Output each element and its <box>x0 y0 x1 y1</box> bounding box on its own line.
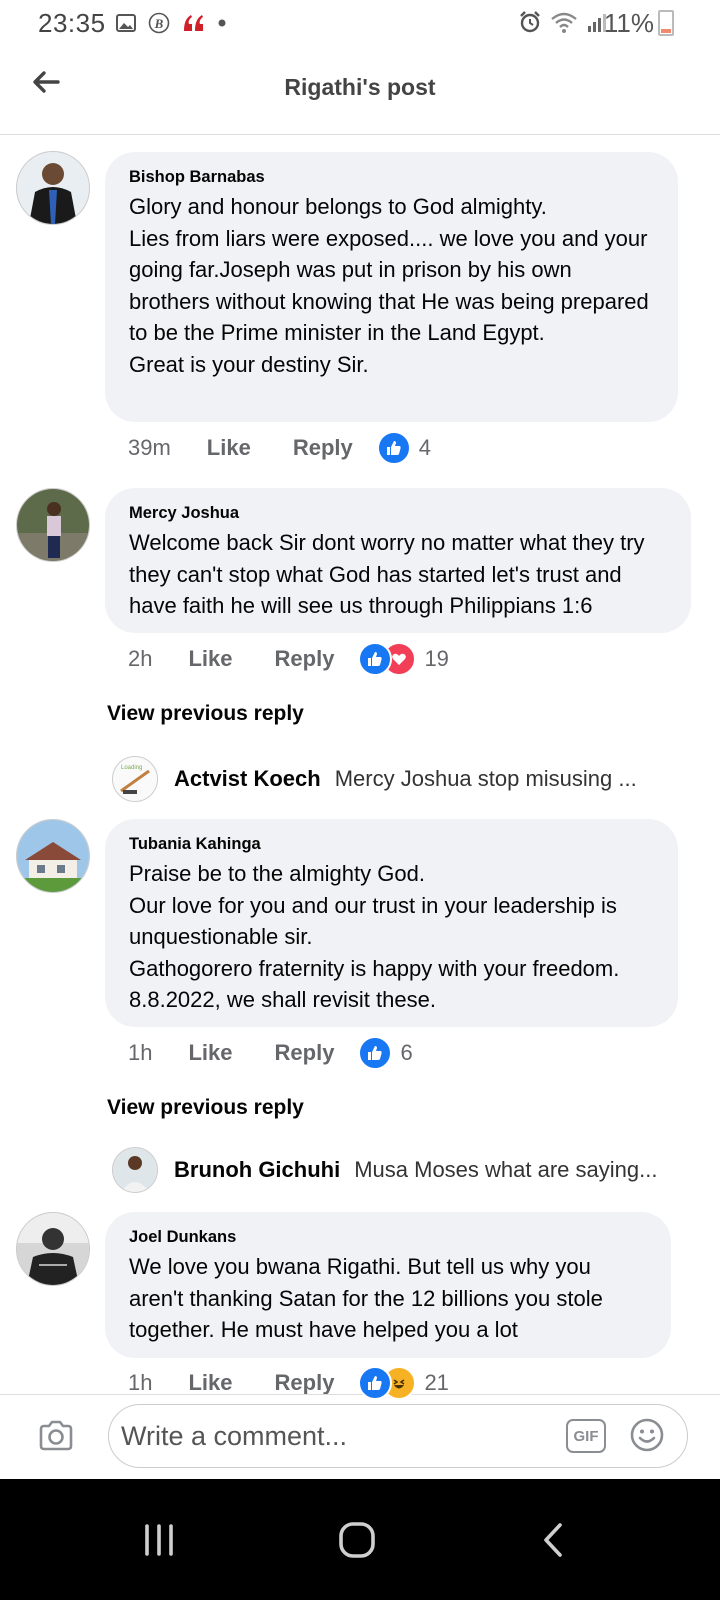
comment-time[interactable]: 39m <box>128 435 171 461</box>
comment-author[interactable]: Bishop Barnabas <box>129 168 656 187</box>
reaction-summary[interactable]: 6 <box>358 1036 413 1070</box>
reply-button[interactable]: Reply <box>293 435 353 461</box>
avatar[interactable] <box>16 819 90 893</box>
like-reaction-icon <box>358 1036 393 1070</box>
reply-author[interactable]: Actvist Koech <box>174 766 321 792</box>
reaction-count: 21 <box>424 1370 449 1395</box>
reply-button[interactable]: Reply <box>275 646 335 672</box>
like-button[interactable]: Like <box>188 1040 232 1066</box>
page-title: Rigathi's post <box>284 74 436 100</box>
emoji-icon[interactable] <box>630 1418 664 1452</box>
comment-actions: 39m Like Reply 4 <box>128 430 431 466</box>
nav-back-icon[interactable] <box>514 1500 594 1580</box>
comment-bubble: Mercy Joshua Welcome back Sir dont worry… <box>105 488 691 633</box>
quote-icon <box>184 15 203 31</box>
battery-icon <box>658 10 674 36</box>
reaction-count: 6 <box>400 1040 413 1065</box>
comment-bubble: Bishop Barnabas Glory and honour belongs… <box>105 152 678 422</box>
gallery-icon <box>116 14 136 32</box>
reaction-count: 19 <box>424 646 449 671</box>
avatar[interactable] <box>112 1147 158 1193</box>
svg-text:B: B <box>154 16 164 31</box>
avatar[interactable] <box>16 151 90 225</box>
comment-time[interactable]: 1h <box>128 1370 152 1396</box>
reaction-count: 4 <box>418 435 431 460</box>
comment-actions: 2h Like Reply 19 <box>128 641 449 677</box>
avatar[interactable] <box>16 488 90 562</box>
view-previous-reply-link[interactable]: View previous reply <box>107 1096 304 1120</box>
reaction-summary[interactable]: 19 <box>358 642 449 676</box>
comment-bubble: Tubania Kahinga Praise be to the almight… <box>105 819 678 1027</box>
reply-preview[interactable]: Brunoh Gichuhi Musa Moses what are sayin… <box>112 1147 668 1193</box>
comment-text: We love you bwana Rigathi. But tell us w… <box>129 1254 603 1342</box>
like-button[interactable]: Like <box>188 1370 232 1396</box>
svg-text:Loading: Loading <box>121 765 142 771</box>
comment-text: Glory and honour belongs to God almighty… <box>129 194 649 377</box>
wifi-icon <box>551 12 577 33</box>
reply-text: Mercy Joshua stop misusing ... <box>334 766 637 791</box>
battery-percent: 11% <box>603 8 654 38</box>
comment-time[interactable]: 2h <box>128 646 152 672</box>
comment-text: Welcome back Sir dont worry no matter wh… <box>129 530 645 618</box>
reply-preview[interactable]: Loading Actvist Koech Mercy Joshua stop … <box>112 756 672 802</box>
status-system-icons <box>518 10 608 34</box>
reply-button[interactable]: Reply <box>275 1370 335 1396</box>
avatar[interactable]: Loading <box>112 756 158 802</box>
gif-icon[interactable]: GIF <box>566 1419 606 1453</box>
reply-author[interactable]: Brunoh Gichuhi <box>174 1157 340 1183</box>
comment-actions: 1h Like Reply 6 <box>128 1035 413 1071</box>
comment-time[interactable]: 1h <box>128 1040 152 1066</box>
header-divider <box>0 134 720 135</box>
comment-author[interactable]: Mercy Joshua <box>129 504 669 523</box>
reaction-summary[interactable]: 4 <box>376 431 431 465</box>
comment-author[interactable]: Tubania Kahinga <box>129 835 656 854</box>
avatar[interactable] <box>16 1212 90 1286</box>
comment-text: Praise be to the almighty God. Our love … <box>129 861 620 1012</box>
dot-icon <box>218 19 226 27</box>
comment-author[interactable]: Joel Dunkans <box>129 1228 649 1247</box>
comment-bubble: Joel Dunkans We love you bwana Rigathi. … <box>105 1212 671 1358</box>
status-time: 23:35 <box>38 8 106 38</box>
view-previous-reply-link[interactable]: View previous reply <box>107 702 304 726</box>
status-notification-icons: B <box>116 12 226 34</box>
like-button[interactable]: Like <box>207 435 251 461</box>
home-icon[interactable] <box>317 1500 397 1580</box>
reply-text: Musa Moses what are saying... <box>354 1157 658 1182</box>
b-icon: B <box>148 12 170 34</box>
camera-icon[interactable] <box>38 1418 74 1454</box>
recent-apps-icon[interactable] <box>119 1500 199 1580</box>
like-reaction-icon <box>376 431 411 465</box>
alarm-icon <box>520 11 540 33</box>
reply-button[interactable]: Reply <box>275 1040 335 1066</box>
like-button[interactable]: Like <box>188 646 232 672</box>
